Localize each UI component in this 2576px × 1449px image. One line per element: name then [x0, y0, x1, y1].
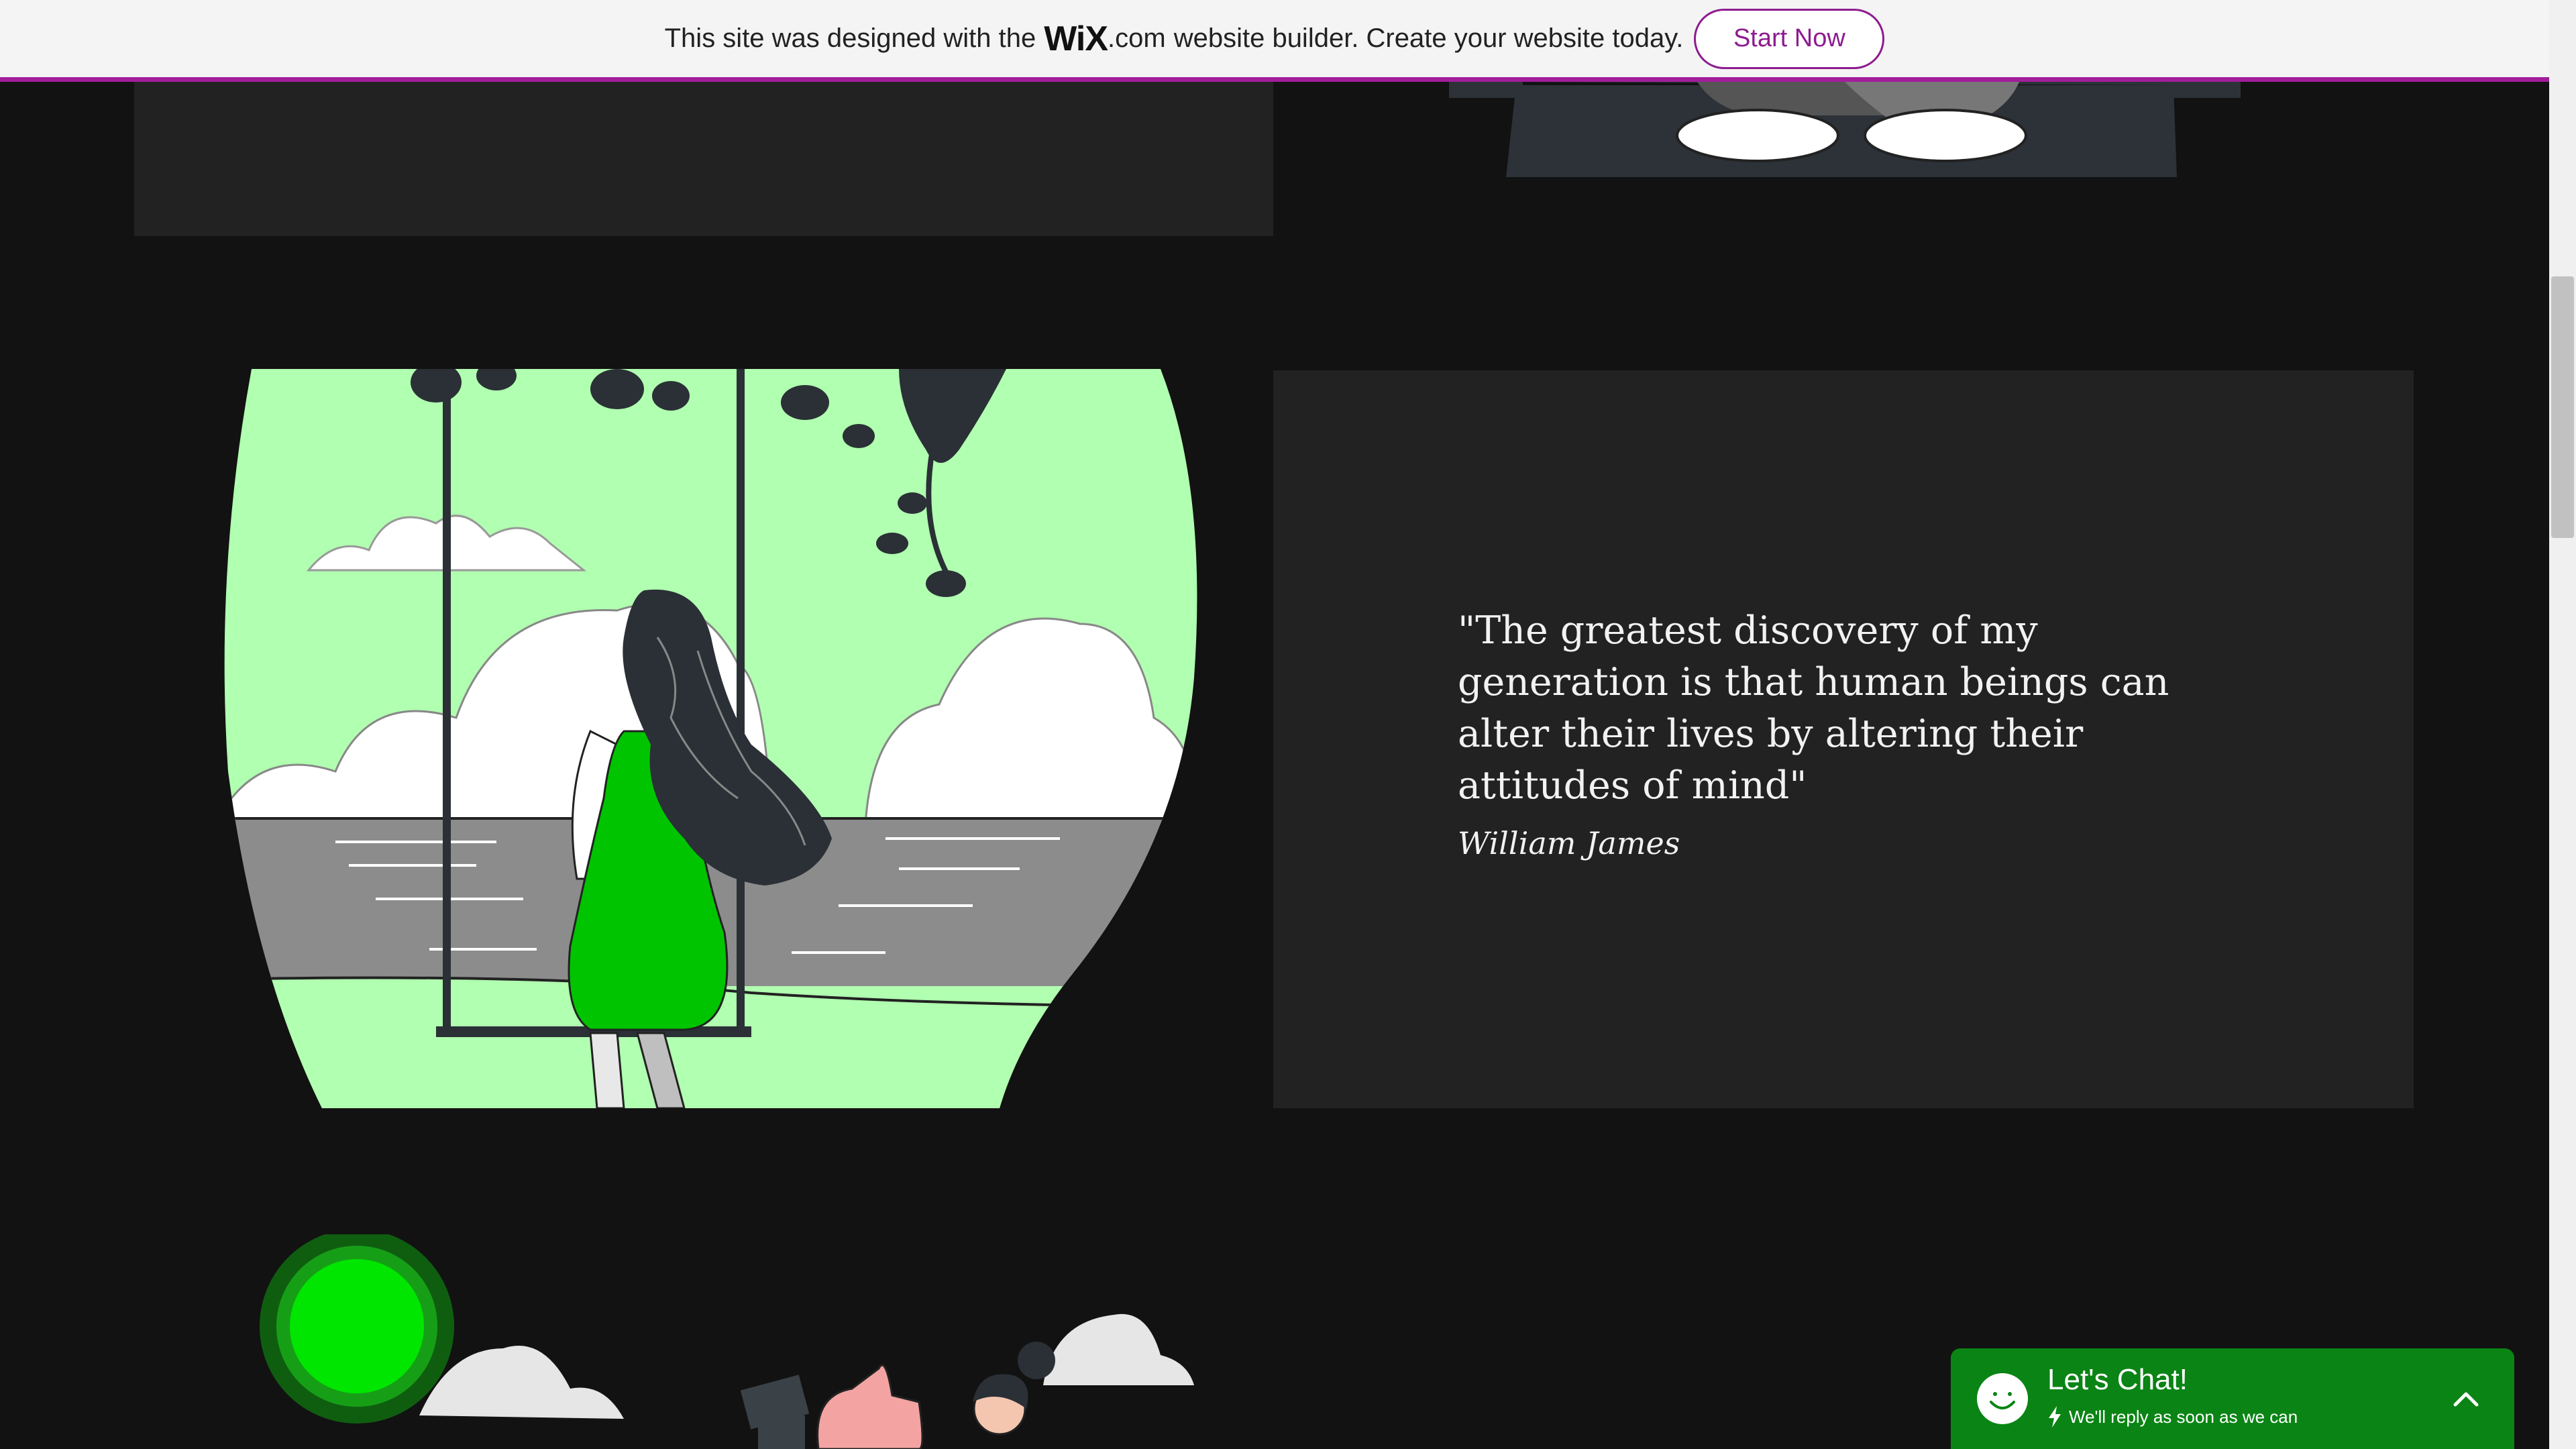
start-now-button[interactable]: Start Now — [1694, 8, 1885, 69]
quote-author: William James — [1458, 825, 1680, 861]
previous-text-card — [134, 82, 1273, 236]
chevron-up-icon[interactable] — [2447, 1382, 2485, 1415]
quote-card: "The greatest discovery of my generation… — [1273, 370, 2414, 1108]
wix-promo-banner: This site was designed with the WiX .com… — [0, 0, 2549, 82]
banner-text-before: This site was designed with the — [664, 23, 1036, 53]
woman-on-swing-illustration — [224, 369, 1197, 1108]
scrollbar-thumb[interactable] — [2551, 276, 2574, 538]
chat-subtitle: We'll reply as soon as we can — [2069, 1406, 2298, 1427]
lightning-icon — [2049, 1406, 2061, 1428]
quote-text: "The greatest discovery of my generation… — [1458, 608, 2169, 808]
chat-title: Let's Chat! — [2047, 1363, 2188, 1396]
meditating-person-illustration — [1449, 82, 2241, 177]
smiley-icon — [1977, 1373, 2028, 1424]
wix-logo[interactable]: WiX — [1044, 19, 1108, 59]
wix-logo-suffix: .com — [1108, 23, 1166, 53]
banner-text-after: website builder. Create your website tod… — [1173, 23, 1684, 53]
chat-widget[interactable]: Let's Chat! We'll reply as soon as we ca… — [1951, 1348, 2514, 1449]
banner-message: This site was designed with the WiX .com… — [665, 19, 1684, 59]
thumbs-up-illustration — [260, 1234, 1194, 1449]
chat-subtitle-row: We'll reply as soon as we can — [2047, 1406, 2298, 1428]
scrollbar-track[interactable] — [2549, 0, 2576, 1449]
